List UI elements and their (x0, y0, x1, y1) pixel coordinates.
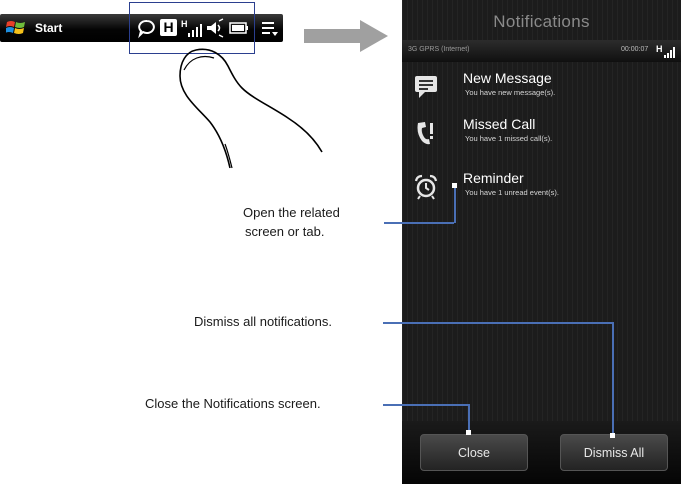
callout-close-marker (466, 430, 471, 435)
notification-item-reminder[interactable]: Reminder You have 1 unread event(s). (402, 166, 681, 210)
callout-open-line-vertical (454, 186, 456, 223)
callout-open-line (384, 222, 454, 224)
status-bar: 3G GPRS (Internet) 00:00:07 H (402, 40, 681, 62)
notification-subtitle: You have 1 unread event(s). (465, 188, 559, 197)
dismiss-all-button-label: Dismiss All (583, 445, 645, 460)
callout-dismiss-marker (610, 433, 615, 438)
status-time: 00:00:07 (621, 46, 649, 53)
callout-close: Close the Notifications screen. (145, 396, 321, 411)
signal-strength-icon: H (656, 44, 675, 58)
dismiss-all-button[interactable]: Dismiss All (560, 434, 668, 471)
callout-open-marker (452, 183, 457, 188)
callout-dismiss-line-vertical (612, 322, 614, 435)
menu-icon[interactable] (261, 17, 279, 39)
callout-dismiss-line (383, 322, 613, 324)
callout-close-line-vertical (468, 404, 470, 432)
screen-title: Notifications (493, 12, 590, 31)
notification-title: Missed Call (463, 116, 536, 132)
close-button[interactable]: Close (420, 434, 528, 471)
svg-text:H: H (656, 44, 663, 54)
missed-call-icon (417, 122, 433, 145)
alarm-clock-icon (414, 174, 438, 200)
bottom-button-bar: Close Dismiss All (402, 421, 681, 484)
close-button-label: Close (458, 445, 490, 460)
notification-subtitle: You have 1 missed call(s). (465, 134, 553, 143)
notification-title: Reminder (463, 170, 524, 186)
windows-logo-icon[interactable] (6, 19, 26, 37)
message-icon (415, 76, 437, 98)
finger-tap-illustration (179, 48, 323, 169)
callout-close-line (383, 404, 469, 406)
notification-item-missed-call[interactable]: Missed Call You have 1 missed call(s). (402, 112, 681, 156)
arrow-right-icon (304, 20, 388, 52)
callout-open-line2: screen or tab. (245, 224, 325, 239)
notifications-screen: Notifications 3G GPRS (Internet) 00:00:0… (402, 0, 681, 484)
notification-title: New Message (463, 70, 552, 86)
callout-open-line1: Open the related (243, 205, 340, 220)
start-label[interactable]: Start (35, 21, 62, 35)
connection-status: 3G GPRS (Internet) (408, 46, 470, 53)
notification-item-new-message[interactable]: New Message You have new message(s). (402, 66, 681, 110)
notification-subtitle: You have new message(s). (465, 88, 556, 97)
callout-dismiss: Dismiss all notifications. (194, 314, 332, 329)
